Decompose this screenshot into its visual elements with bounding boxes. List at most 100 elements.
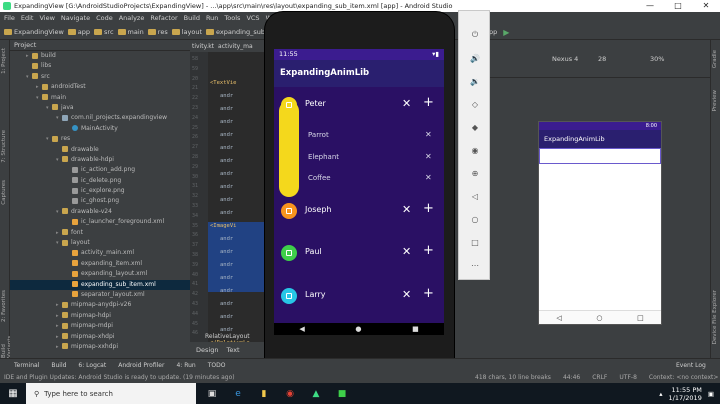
tree-item[interactable]: ic_launcher_foreground.xml — [10, 217, 190, 227]
remove-icon[interactable]: ✕ — [402, 288, 411, 302]
tab-profiler[interactable]: Android Profiler — [118, 362, 164, 369]
tab-captures-vertical[interactable]: Captures — [1, 180, 7, 205]
tree-item[interactable]: ▾ res — [10, 134, 190, 144]
tree-item[interactable]: ▾ drawable-v24 — [10, 207, 190, 217]
tree-item[interactable]: expanding_layout.xml — [10, 269, 190, 279]
task-view-icon[interactable]: ▣ — [202, 383, 222, 404]
breadcrumb-item[interactable]: layout — [171, 28, 202, 36]
close-button[interactable]: ✕ — [692, 0, 720, 12]
back-icon[interactable]: ◁ — [459, 189, 491, 205]
add-icon[interactable]: + — [423, 244, 434, 258]
tab-gradle-vertical[interactable]: Gradle — [712, 50, 718, 68]
tab-design[interactable]: Design — [196, 346, 218, 354]
tree-item[interactable]: ▾ java — [10, 103, 190, 113]
cursor-position[interactable]: 44:46 — [563, 372, 580, 383]
tree-item[interactable]: ▸ mipmap-mdpi — [10, 321, 190, 331]
line-separator[interactable]: CRLF — [592, 372, 607, 383]
action-center-icon[interactable]: ▣ — [708, 390, 714, 398]
device-select[interactable]: Nexus 4 — [552, 55, 578, 63]
tree-item[interactable]: ▸ mipmap-hdpi — [10, 311, 190, 321]
recents-icon[interactable]: ■ — [412, 325, 419, 333]
taskbar-clock[interactable]: 11:55 PM 1/17/2019 — [669, 386, 702, 402]
breadcrumb-item[interactable]: app — [67, 28, 90, 36]
tab-preview-vertical[interactable]: Preview — [712, 90, 718, 111]
more-icon[interactable]: ⋯ — [459, 258, 491, 274]
breadcrumb-item[interactable]: src — [94, 28, 114, 36]
list-item[interactable]: Peter ✕ + — [274, 93, 444, 117]
tree-item[interactable]: ▸ mipmap-xhdpi — [10, 332, 190, 342]
tree-item[interactable]: ▸ font — [10, 228, 190, 238]
tree-item[interactable]: ▸ androidTest — [10, 82, 190, 92]
screenshot-icon[interactable]: ◉ — [459, 143, 491, 159]
remove-icon[interactable]: ✕ — [402, 203, 411, 217]
breadcrumb-item[interactable]: main — [117, 28, 144, 36]
menu-code[interactable]: Code — [96, 12, 113, 24]
project-panel-title[interactable]: Project — [10, 40, 190, 51]
file-explorer-icon[interactable]: ▮ — [254, 383, 274, 404]
rotate-right-icon[interactable]: ◆ — [459, 120, 491, 136]
remove-icon[interactable]: ✕ — [402, 245, 411, 259]
remove-sub-item-icon[interactable]: ✕ — [425, 173, 432, 182]
tree-item[interactable]: ▾ src — [10, 72, 190, 82]
remove-icon[interactable]: ✕ — [402, 97, 411, 111]
back-icon[interactable]: ◀ — [299, 325, 304, 333]
android-studio-taskbar-icon[interactable]: ▲ — [306, 383, 326, 404]
chrome-icon[interactable]: ◉ — [280, 383, 300, 404]
zoom-icon[interactable]: ⊕ — [459, 166, 491, 182]
run-icon[interactable]: ▶ — [503, 28, 509, 37]
tree-item[interactable]: separator_layout.xml — [10, 290, 190, 300]
api-level-select[interactable]: 28 — [598, 55, 606, 63]
volume-up-icon[interactable]: 🔊 — [459, 51, 491, 67]
volume-down-icon[interactable]: 🔉 — [459, 74, 491, 90]
tree-item[interactable]: ▾ main — [10, 93, 190, 103]
sub-list-item[interactable]: Parrot ✕ — [274, 129, 444, 143]
tab-project-vertical[interactable]: 1: Project — [1, 48, 7, 74]
tree-item[interactable]: ▸ mipmap-anydpi-v26 — [10, 300, 190, 310]
tab-text[interactable]: Text — [226, 346, 239, 354]
preview-selected-view[interactable] — [539, 148, 661, 164]
camtasia-icon[interactable]: ■ — [332, 383, 352, 404]
power-icon[interactable]: ⏻ — [459, 27, 491, 43]
tree-item[interactable]: ▾ com.nil_projects.expandingview — [10, 113, 190, 123]
tab-device-explorer-vertical[interactable]: Device File Explorer — [712, 290, 718, 344]
tab-run[interactable]: 4: Run — [176, 362, 195, 369]
menu-analyze[interactable]: Analyze — [119, 12, 145, 24]
menu-vcs[interactable]: VCS — [246, 12, 259, 24]
list-item[interactable]: Joseph ✕ + — [274, 199, 444, 223]
menu-run[interactable]: Run — [206, 12, 218, 24]
phone-layout-preview[interactable]: 8:00 ExpandingAnimLib ◁ ○ □ — [538, 121, 662, 325]
tree-item[interactable]: ic_action_add.png — [10, 165, 190, 175]
menu-refactor[interactable]: Refactor — [150, 12, 177, 24]
context-indicator[interactable]: Context: <no context> — [649, 372, 718, 383]
event-log-button[interactable]: Event Log — [676, 362, 706, 369]
tab-logcat[interactable]: 6: Logcat — [78, 362, 106, 369]
xml-path-crumb[interactable]: RelativeLayout — [205, 333, 250, 340]
maximize-button[interactable]: □ — [664, 0, 692, 12]
tab-favorites-vertical[interactable]: 2: Favorites — [1, 290, 7, 322]
home-icon[interactable]: ○ — [459, 212, 491, 228]
breadcrumb-item[interactable]: res — [147, 28, 168, 36]
tree-item[interactable]: libs — [10, 61, 190, 71]
add-icon[interactable]: + — [423, 96, 434, 110]
tab-structure-vertical[interactable]: 7: Structure — [1, 130, 7, 163]
menu-file[interactable]: File — [4, 12, 15, 24]
add-icon[interactable]: + — [423, 202, 434, 216]
tab-todo[interactable]: TODO — [208, 362, 226, 369]
menu-view[interactable]: View — [39, 12, 54, 24]
tree-item[interactable]: activity_main.xml — [10, 248, 190, 258]
tree-item[interactable]: ▸ build — [10, 51, 190, 61]
edge-icon[interactable]: e — [228, 383, 248, 404]
minimize-button[interactable]: — — [636, 0, 664, 12]
menu-tools[interactable]: Tools — [224, 12, 240, 24]
tree-item[interactable]: expanding_sub_item.xml — [10, 279, 190, 290]
file-encoding[interactable]: UTF-8 — [619, 372, 637, 383]
overview-icon[interactable]: □ — [459, 235, 491, 251]
sub-list-item[interactable]: Coffee ✕ — [274, 172, 444, 186]
home-icon[interactable]: ● — [355, 325, 361, 333]
menu-navigate[interactable]: Navigate — [61, 12, 90, 24]
taskbar-search[interactable]: ⚲ Type here to search — [26, 383, 196, 404]
tree-item[interactable]: ▾ drawable-hdpi — [10, 155, 190, 165]
windows-start-icon[interactable]: ▦ — [0, 383, 26, 404]
sub-list-item[interactable]: Elephant ✕ — [274, 151, 444, 165]
tree-item[interactable]: ic_explore.png — [10, 186, 190, 196]
